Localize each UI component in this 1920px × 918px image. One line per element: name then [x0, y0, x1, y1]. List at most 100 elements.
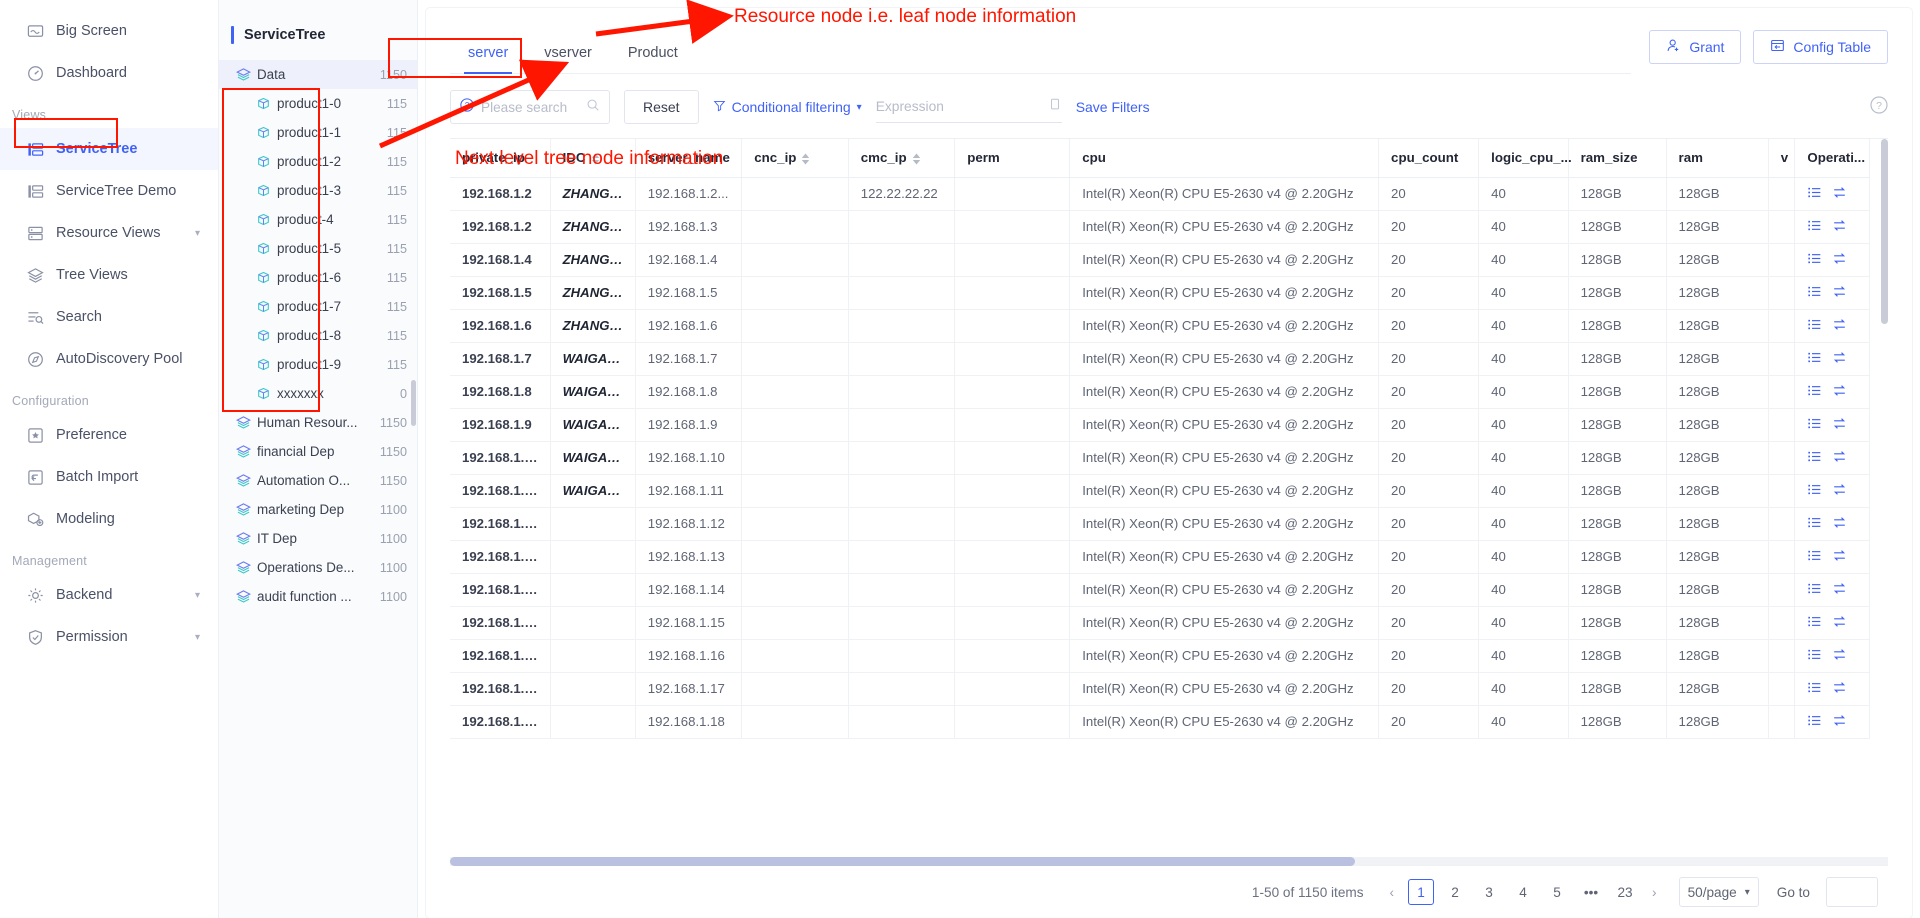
op-swap-icon[interactable] [1832, 317, 1847, 335]
op-swap-icon[interactable] [1832, 548, 1847, 566]
sidebar-item-backend[interactable]: Backend ▾ [0, 574, 218, 616]
tree-node-product1-3[interactable]: product1-3 115 [219, 176, 417, 205]
table-row[interactable]: 192.168.1.2ZHANGJIANG192.168.1.3 Intel(R)… [450, 210, 1870, 244]
op-list-icon[interactable] [1807, 416, 1822, 434]
expression-input[interactable]: Expression [875, 91, 1062, 123]
copy-icon[interactable] [1048, 97, 1062, 117]
sidebar-item-modeling[interactable]: Modeling [0, 498, 218, 540]
save-filters-button[interactable]: Save Filters [1076, 99, 1150, 115]
tree-node-audit-function-[interactable]: audit function ... 1100 [219, 582, 417, 611]
op-list-icon[interactable] [1807, 713, 1822, 731]
config-table-button[interactable]: Config Table [1753, 30, 1888, 64]
sidebar-item-servicetree[interactable]: ServiceTree [0, 128, 218, 170]
op-swap-icon[interactable] [1832, 647, 1847, 665]
table-row[interactable]: 192.168.1.8WAIGAOQIAO192.168.1.8 Intel(R)… [450, 375, 1870, 409]
page-size-select[interactable]: 50/page ▾ [1678, 877, 1759, 907]
table-row[interactable]: 192.168.1.11WAIGAOQIAO192.168.1.11 Intel(… [450, 474, 1870, 508]
reset-button[interactable]: Reset [624, 90, 699, 124]
pagination-prev-button[interactable]: ‹ [1384, 885, 1401, 900]
table-horizontal-scrollbar[interactable] [450, 857, 1888, 866]
sidebar-item-servicetree-demo[interactable]: ServiceTree Demo [0, 170, 218, 212]
tree-node-automation-o-[interactable]: Automation O... 1150 [219, 466, 417, 495]
op-list-icon[interactable] [1807, 449, 1822, 467]
op-list-icon[interactable] [1807, 680, 1822, 698]
sort-toggle-icon[interactable] [912, 153, 921, 165]
op-swap-icon[interactable] [1832, 185, 1847, 203]
sidebar-item-preference[interactable]: Preference [0, 414, 218, 456]
table-row[interactable]: 192.168.1.17 192.168.1.17 Intel(R) Xeon(R)… [450, 672, 1870, 706]
pagination-next-button[interactable]: › [1646, 885, 1663, 900]
tree-node-financial-dep[interactable]: financial Dep 1150 [219, 437, 417, 466]
search-icon[interactable] [586, 98, 600, 117]
table-horizontal-scrollbar-thumb[interactable] [450, 857, 1355, 866]
help-icon[interactable]: ? [1870, 95, 1888, 119]
conditional-filtering-dropdown[interactable]: Conditional filtering ▾ [713, 99, 862, 115]
pagination-page-1[interactable]: 1 [1408, 879, 1435, 905]
op-list-icon[interactable] [1807, 218, 1822, 236]
tree-node-human-resour-[interactable]: Human Resour... 1150 [219, 408, 417, 437]
tree-node-product1-1[interactable]: product1-1 115 [219, 118, 417, 147]
sort-toggle-icon[interactable] [591, 153, 600, 165]
op-swap-icon[interactable] [1832, 680, 1847, 698]
sort-toggle-icon[interactable] [801, 153, 810, 165]
tree-node-marketing-dep[interactable]: marketing Dep 1100 [219, 495, 417, 524]
column-header-idc[interactable]: IDC [550, 139, 636, 178]
tree-node-xxxxxxx[interactable]: xxxxxxx 0 [219, 379, 417, 408]
tree-node-product1-8[interactable]: product1-8 115 [219, 321, 417, 350]
op-swap-icon[interactable] [1832, 383, 1847, 401]
pagination-page-5[interactable]: 5 [1544, 879, 1570, 905]
op-list-icon[interactable] [1807, 581, 1822, 599]
column-header-cmc_ip[interactable]: cmc_ip [848, 139, 956, 178]
table-row[interactable]: 192.168.1.12 192.168.1.12 Intel(R) Xeon(R)… [450, 507, 1870, 541]
sidebar-item-batch-import[interactable]: Batch Import [0, 456, 218, 498]
tab-product[interactable]: Product [610, 45, 696, 73]
op-list-icon[interactable] [1807, 482, 1822, 500]
op-list-icon[interactable] [1807, 515, 1822, 533]
table-vertical-scrollbar-thumb[interactable] [1881, 139, 1888, 324]
chevron-down-icon[interactable]: ▾ [195, 590, 200, 601]
grant-button[interactable]: Grant [1649, 30, 1742, 64]
table-row[interactable]: 192.168.1.4ZHANGJIANG192.168.1.4 Intel(R)… [450, 243, 1870, 277]
sidebar-item-dashboard[interactable]: Dashboard [0, 52, 218, 94]
op-swap-icon[interactable] [1832, 284, 1847, 302]
op-list-icon[interactable] [1807, 647, 1822, 665]
pagination-page-2[interactable]: 2 [1442, 879, 1468, 905]
op-swap-icon[interactable] [1832, 350, 1847, 368]
tree-node-product1-0[interactable]: product1-0 115 [219, 89, 417, 118]
sidebar-item-resource-views[interactable]: Resource Views ▾ [0, 212, 218, 254]
op-swap-icon[interactable] [1832, 482, 1847, 500]
tree-node-product1-2[interactable]: product1-2 115 [219, 147, 417, 176]
table-row[interactable]: 192.168.1.9WAIGAOQIAO192.168.1.9 Intel(R)… [450, 408, 1870, 442]
tree-node-product-4[interactable]: product-4 115 [219, 205, 417, 234]
op-list-icon[interactable] [1807, 548, 1822, 566]
tab-server[interactable]: server [450, 45, 526, 74]
chevron-down-icon[interactable]: ▾ [195, 632, 200, 643]
sidebar-item-big-screen[interactable]: Big Screen [0, 10, 218, 52]
table-row[interactable]: 192.168.1.10WAIGAOQIAO192.168.1.10 Intel(… [450, 441, 1870, 475]
tree-scrollbar-thumb[interactable] [411, 380, 416, 426]
tree-node-product1-9[interactable]: product1-9 115 [219, 350, 417, 379]
op-swap-icon[interactable] [1832, 614, 1847, 632]
pagination-page-ellipsis[interactable]: ••• [1578, 879, 1604, 905]
search-input[interactable]: ? Please search [450, 90, 610, 124]
table-row[interactable]: 192.168.1.16 192.168.1.16 Intel(R) Xeon(R)… [450, 639, 1870, 673]
op-list-icon[interactable] [1807, 383, 1822, 401]
op-swap-icon[interactable] [1832, 218, 1847, 236]
op-swap-icon[interactable] [1832, 416, 1847, 434]
column-header-cnc_ip[interactable]: cnc_ip [741, 139, 849, 178]
tree-node-product1-6[interactable]: product1-6 115 [219, 263, 417, 292]
op-swap-icon[interactable] [1832, 581, 1847, 599]
tree-node-product1-7[interactable]: product1-7 115 [219, 292, 417, 321]
op-swap-icon[interactable] [1832, 515, 1847, 533]
op-list-icon[interactable] [1807, 350, 1822, 368]
table-row[interactable]: 192.168.1.6ZHANGJIANG192.168.1.6 Intel(R)… [450, 309, 1870, 343]
tree-node-operations-de-[interactable]: Operations De... 1100 [219, 553, 417, 582]
tab-vserver[interactable]: vserver [526, 45, 610, 73]
op-list-icon[interactable] [1807, 185, 1822, 203]
table-row[interactable]: 192.168.1.5ZHANGJIANG192.168.1.5 Intel(R)… [450, 276, 1870, 310]
sidebar-item-search[interactable]: Search [0, 296, 218, 338]
table-row[interactable]: 192.168.1.7WAIGAOQIAO192.168.1.7 Intel(R)… [450, 342, 1870, 376]
pagination-page-4[interactable]: 4 [1510, 879, 1536, 905]
pagination-page-3[interactable]: 3 [1476, 879, 1502, 905]
table-row[interactable]: 192.168.1.2ZHANGJIANG192.168.1.2... 122.2… [450, 177, 1870, 211]
